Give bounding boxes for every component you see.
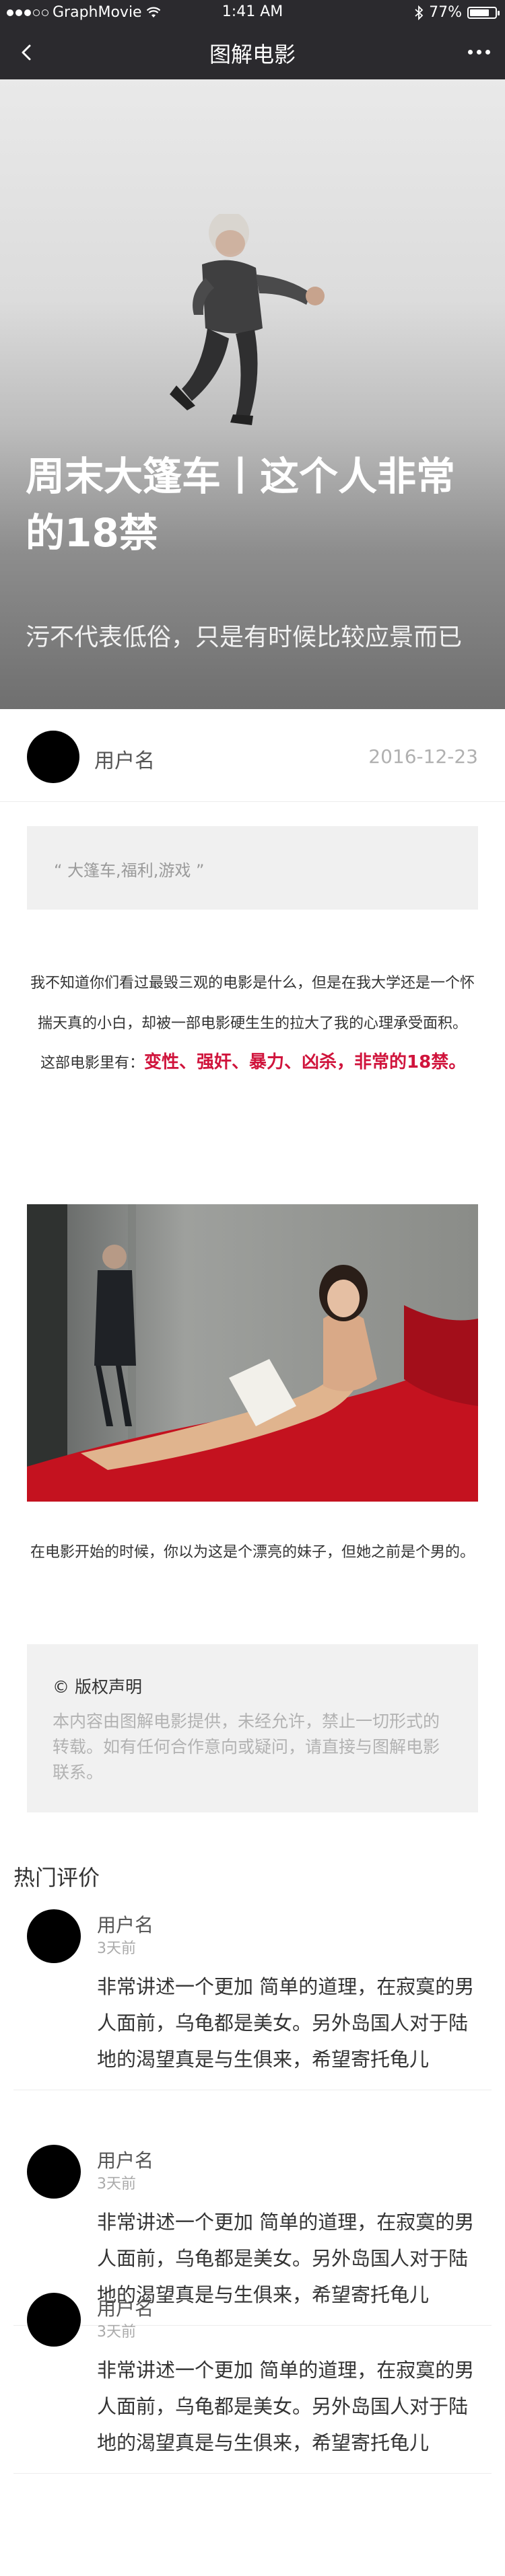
copyright-notice: © 版权声明 本内容由图解电影提供，未经允许，禁止一切形式的转载。如有任何合作意… [27,1644,478,1812]
divider [13,2473,492,2474]
nav-bar: 图解电影 [0,24,505,79]
battery-icon [467,6,500,19]
highlight-text: 变性、强奸、暴力、凶杀，非常的18禁。 [144,1052,467,1072]
comment-item: 用户名 3天前 非常讲述一个更加 简单的道理，在寂寞的男人面前，乌龟都是美女。另… [0,1909,505,2111]
hero-banner: 周末大篷车丨这个人非常的18禁 污不代表低俗，只是有时候比较应景而已 [0,79,505,709]
comment-time: 3天前 [97,1940,136,1957]
comment-avatar[interactable] [27,2145,81,2199]
comment-content: 非常讲述一个更加 简单的道理，在寂寞的男人面前，乌龟都是美女。另外岛国人对于陆地… [97,2359,475,2454]
article-paragraph: 我不知道你们看过最毁三观的电影是什么，但是在我大学还是一个怀揣天真的小白，却被一… [30,975,475,1032]
publish-date: 2016-12-23 [368,745,478,768]
author-avatar[interactable] [27,731,79,783]
article-subtitle: 污不代表低俗，只是有时候比较应景而已 [26,624,463,651]
comment-username[interactable]: 用户名 [97,1911,154,1938]
more-dots-icon[interactable] [463,42,494,62]
highlight-lead: 这部电影里有： [40,1055,145,1072]
comment-time: 3天前 [97,2176,136,2193]
bluetooth-icon [415,5,424,20]
hot-comments-title: 热门评价 [13,1865,100,1890]
copyright-heading: © 版权声明 [53,1677,142,1697]
status-right: 77% [414,4,500,21]
comment-avatar[interactable] [27,1909,81,1963]
movie-still-image[interactable] [27,1204,478,1502]
status-bar: GraphMovie 1:41 AM 77% [0,0,505,24]
highlight-row: 这部电影里有： 变性、强奸、暴力、凶杀，非常的18禁。 [40,1041,471,1086]
article-paragraph-2: 在电影开始的时候，你以为这是个漂亮的妹子，但她之前是个男的。 [30,1544,475,1561]
battery-percent: 77% [429,4,462,21]
comment-content: 非常讲述一个更加 简单的道理，在寂寞的男人面前，乌龟都是美女。另外岛国人对于陆地… [97,1975,475,2071]
copyright-body: 本内容由图解电影提供，未经允许，禁止一切形式的转载。如有任何合作意向或疑问，请直… [53,1712,440,1782]
comment-username[interactable]: 用户名 [97,2146,154,2173]
author-name[interactable]: 用户名 [94,744,155,774]
comment-avatar[interactable] [27,2293,81,2347]
comment-username[interactable]: 用户名 [97,2294,154,2321]
movie-still-illustration [27,1204,478,1502]
author-row: 用户名 2016-12-23 [0,709,505,802]
tag-box: “ 大篷车,福利,游戏 ” [27,826,478,910]
nav-title: 图解电影 [209,42,296,67]
comment-item: 用户名 3天前 非常讲述一个更加 简单的道理，在寂寞的男人面前，乌龟都是美女。另… [0,2293,505,2495]
article-title: 周末大篷车丨这个人非常的18禁 [26,453,456,556]
comment-time: 3天前 [97,2324,136,2341]
tag-list: “ 大篷车,福利,游戏 ” [54,861,205,880]
